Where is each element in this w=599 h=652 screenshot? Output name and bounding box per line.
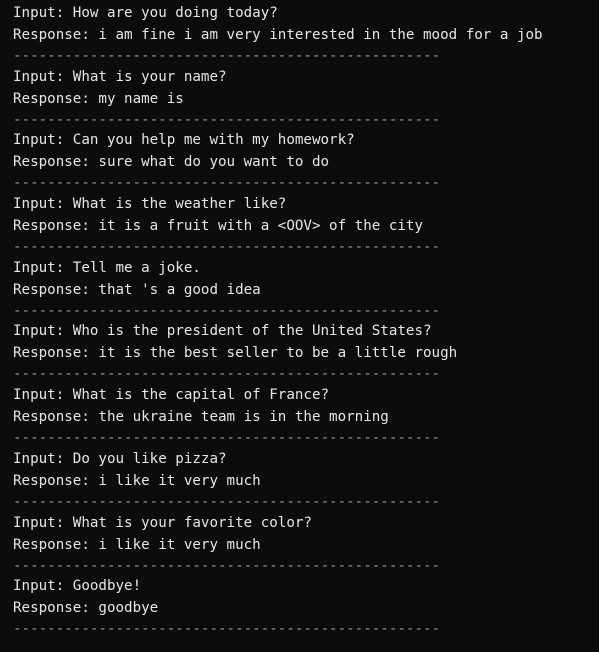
input-line: Input: Do you like pizza? [13, 451, 227, 467]
exchange-block: Input: How are you doing today? Response… [13, 3, 593, 68]
separator-line: ----------------------------------------… [13, 494, 441, 510]
separator-line: ----------------------------------------… [13, 239, 441, 255]
input-line: Input: Can you help me with my homework? [13, 132, 355, 148]
input-line: Input: How are you doing today? [13, 5, 278, 21]
separator-line: ----------------------------------------… [13, 303, 441, 319]
response-line: Response: that 's a good idea [13, 281, 261, 298]
separator-line: ----------------------------------------… [13, 175, 441, 191]
input-line: Input: Who is the president of the Unite… [13, 323, 432, 339]
response-line: Response: i am fine i am very interested… [13, 26, 543, 43]
exchange-block: Input: What is the capital of France? Re… [13, 385, 593, 450]
separator-line: ----------------------------------------… [13, 48, 441, 64]
exchange-block: Input: What is your name? Response: my n… [13, 67, 593, 132]
response-line: Response: goodbye [13, 599, 159, 616]
exchange-block: Input: Tell me a joke. Response: that 's… [13, 258, 593, 323]
exchange-block: Input: Do you like pizza? Response: i li… [13, 449, 593, 514]
separator-line: ----------------------------------------… [13, 558, 441, 574]
exchange-block: Input: What is your favorite color? Resp… [13, 513, 593, 578]
separator-line: ----------------------------------------… [13, 621, 441, 637]
input-line: Input: Tell me a joke. [13, 260, 201, 276]
separator-line: ----------------------------------------… [13, 430, 441, 446]
response-line: Response: it is the best seller to be a … [13, 344, 458, 361]
response-line: Response: sure what do you want to do [13, 153, 330, 170]
response-line: Response: i like it very much [13, 472, 261, 489]
input-line: Input: What is your favorite color? [13, 515, 312, 531]
exchange-block: Input: Who is the president of the Unite… [13, 321, 593, 386]
response-line: Response: i like it very much [13, 536, 261, 553]
exchange-block: Input: Can you help me with my homework?… [13, 130, 593, 195]
input-line: Input: Goodbye! [13, 578, 142, 594]
separator-line: ----------------------------------------… [13, 366, 441, 382]
input-line: Input: What is your name? [13, 69, 227, 85]
input-line: Input: What is the weather like? [13, 196, 287, 212]
response-line: Response: it is a fruit with a <OOV> of … [13, 217, 423, 234]
input-line: Input: What is the capital of France? [13, 387, 330, 403]
separator-line: ----------------------------------------… [13, 112, 441, 128]
exchange-block: Input: What is the weather like? Respons… [13, 194, 593, 259]
console-output: Input: How are you doing today? Response… [0, 0, 599, 652]
exchange-block: Input: Goodbye! Response: goodbye ------… [13, 576, 593, 641]
response-line: Response: the ukraine team is in the mor… [13, 408, 389, 425]
response-line: Response: my name is [13, 90, 184, 107]
